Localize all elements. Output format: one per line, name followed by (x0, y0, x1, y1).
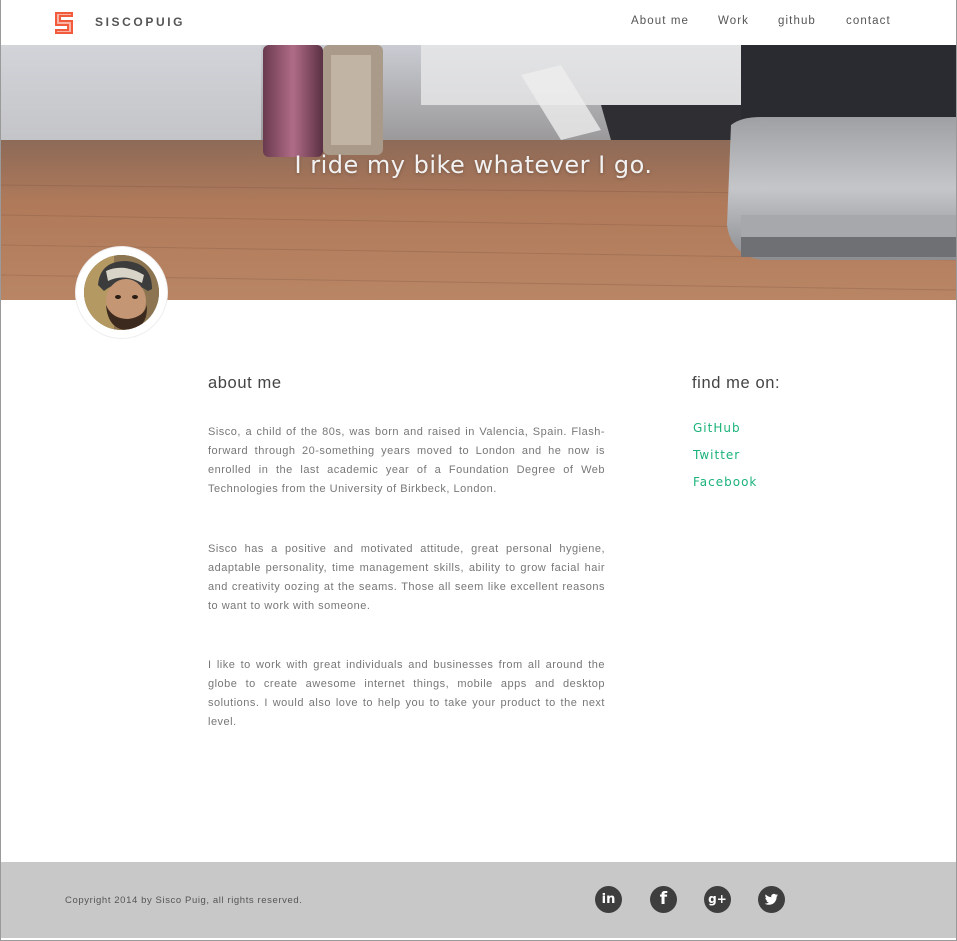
site-footer: Copyright 2014 by Sisco Puig, all rights… (1, 862, 956, 938)
about-paragraph-3: I like to work with great individuals an… (208, 659, 605, 728)
linkedin-glyph: in (601, 892, 616, 907)
twitter-link[interactable]: Twitter (693, 448, 740, 462)
about-paragraph-1: Sisco, a child of the 80s, was born and … (208, 426, 605, 495)
about-paragraph-2: Sisco has a positive and motivated attit… (208, 543, 605, 612)
twitter-bird-icon (764, 893, 778, 905)
github-link[interactable]: GitHub (693, 421, 741, 435)
copyright-text: Copyright 2014 by Sisco Puig, all rights… (65, 895, 303, 906)
google-plus-icon[interactable]: g+ (704, 886, 731, 913)
avatar-photo (84, 255, 159, 330)
avatar-portrait (84, 255, 159, 330)
nav-contact[interactable]: contact (846, 15, 891, 27)
facebook-glyph: f (659, 889, 668, 909)
hero-tagline: I ride my bike whatever I go. (294, 151, 653, 179)
nav-github[interactable]: github (778, 15, 816, 27)
facebook-icon[interactable]: f (650, 886, 677, 913)
google-plus-glyph: g+ (708, 892, 727, 906)
facebook-link[interactable]: Facebook (693, 475, 757, 489)
find-me-heading: find me on: (692, 374, 781, 392)
nav-about-me[interactable]: About me (631, 15, 689, 27)
brand-name[interactable]: SISCOPUIG (95, 15, 185, 29)
siscopuig-logo-icon[interactable] (53, 11, 75, 35)
linkedin-icon[interactable]: in (595, 886, 622, 913)
about-me-heading: about me (208, 374, 282, 392)
profile-avatar (76, 247, 167, 338)
twitter-icon[interactable] (758, 886, 785, 913)
nav-work[interactable]: Work (718, 15, 749, 27)
site-header: SISCOPUIG About me Work github contact (1, 0, 956, 45)
